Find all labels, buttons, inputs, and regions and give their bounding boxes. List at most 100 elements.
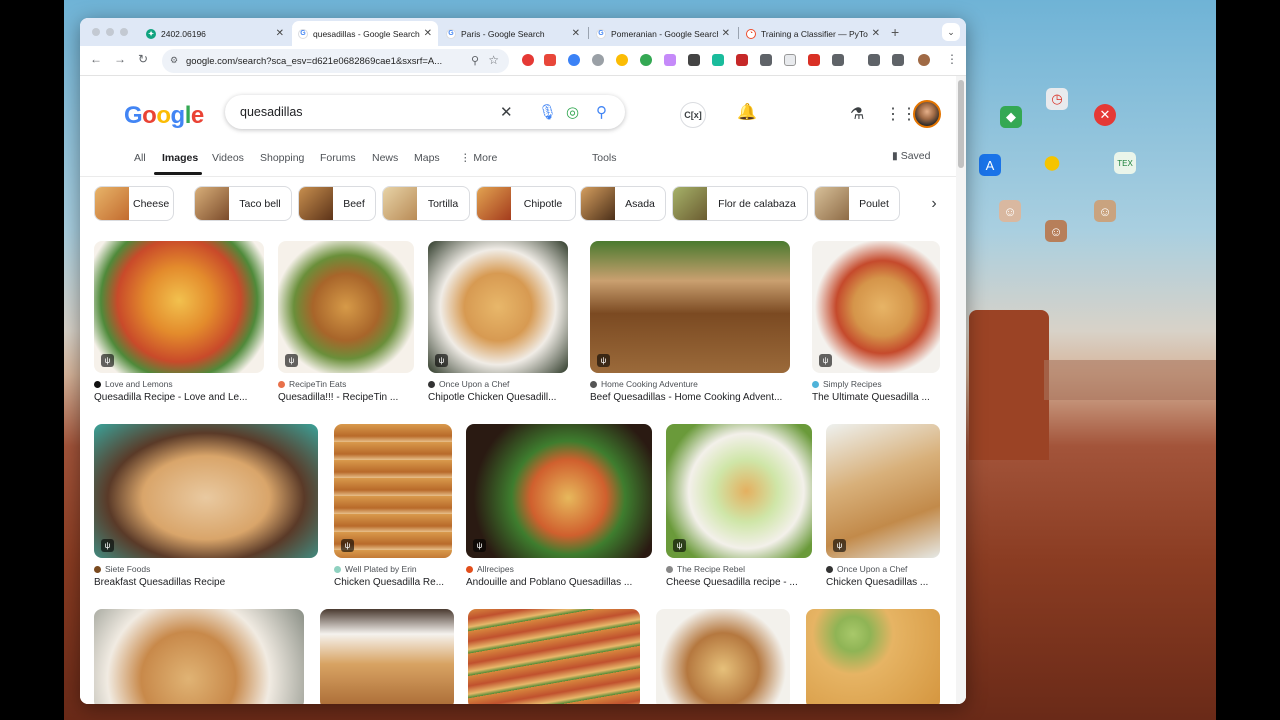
google-logo[interactable]: Google xyxy=(124,102,204,130)
window-zoom-dot[interactable] xyxy=(120,28,128,36)
chip-cheese[interactable]: Cheese xyxy=(94,186,174,221)
image-result[interactable]: ψ Siete Foods Breakfast Quesadillas Reci… xyxy=(94,424,318,588)
reading-list-icon[interactable] xyxy=(868,54,880,66)
result-title[interactable]: The Ultimate Quesadilla ... xyxy=(812,392,940,403)
result-thumbnail[interactable]: ψ xyxy=(334,424,452,558)
reminder-icon[interactable]: ◷ xyxy=(1046,88,1068,110)
tab-shopping[interactable]: Shopping xyxy=(260,152,304,164)
result-thumbnail[interactable] xyxy=(94,609,304,704)
image-result[interactable]: ψ Love and Lemons Quesadilla Recipe - Lo… xyxy=(94,241,264,403)
tab-pomeranian[interactable]: G Pomeranian - Google Search ✕ xyxy=(590,21,736,46)
chip-poulet[interactable]: Poulet xyxy=(814,186,900,221)
kebab-menu-icon[interactable]: ⋮ xyxy=(946,52,958,66)
image-result[interactable] xyxy=(94,609,304,704)
image-result[interactable] xyxy=(320,609,454,704)
tab-maps[interactable]: Maps xyxy=(414,152,440,164)
translate-icon[interactable]: A xyxy=(979,154,1001,176)
extension-icon-11[interactable] xyxy=(760,54,772,66)
extension-icon-13[interactable] xyxy=(808,54,820,66)
extension-icon-4[interactable] xyxy=(592,54,604,66)
notifications-bell-icon[interactable]: 🔔 xyxy=(737,102,757,122)
result-source[interactable]: Once Upon a Chef xyxy=(826,564,940,574)
person-avatar-icon-2[interactable]: ☺ xyxy=(1094,200,1116,222)
chip-tortilla[interactable]: Tortilla xyxy=(382,186,470,221)
result-title[interactable]: Chicken Quesadillas ... xyxy=(826,577,940,588)
result-title[interactable]: Andouille and Poblano Quesadillas ... xyxy=(466,577,652,588)
result-source[interactable]: Once Upon a Chef xyxy=(428,379,568,389)
close-icon[interactable]: ✕ xyxy=(722,28,730,39)
result-thumbnail[interactable]: ψ xyxy=(590,241,790,373)
result-thumbnail[interactable]: ψ xyxy=(666,424,812,558)
page-scrollbar[interactable] xyxy=(956,76,966,704)
adblock-icon[interactable] xyxy=(544,54,556,66)
image-result[interactable]: ψ Once Upon a Chef Chicken Quesadillas .… xyxy=(826,424,940,588)
spreadsheet-icon[interactable]: TEX xyxy=(1114,152,1136,174)
close-icon[interactable]: ✕ xyxy=(424,28,432,39)
result-source[interactable]: Simply Recipes xyxy=(812,379,940,389)
window-close-dot[interactable] xyxy=(92,28,100,36)
result-thumbnail[interactable]: ψ xyxy=(826,424,940,558)
result-title[interactable]: Breakfast Quesadillas Recipe xyxy=(94,577,318,588)
extension-icon-6[interactable] xyxy=(640,54,652,66)
chip-beef[interactable]: Beef xyxy=(298,186,376,221)
image-result[interactable]: ψ RecipeTin Eats Quesadilla!!! - RecipeT… xyxy=(278,241,414,403)
chip-taco-bell[interactable]: Taco bell xyxy=(194,186,292,221)
search-input[interactable]: quesadillas ✕ 🎙 ◎ ⚲ xyxy=(225,95,625,129)
extension-icon-8[interactable] xyxy=(688,54,700,66)
extension-icon-10[interactable] xyxy=(736,54,748,66)
window-minimize-dot[interactable] xyxy=(106,28,114,36)
image-result[interactable] xyxy=(656,609,790,704)
tab-search-button[interactable]: ⌄ xyxy=(942,23,960,41)
tab-paris[interactable]: G Paris - Google Search ✕ xyxy=(440,21,586,46)
cx-extension-button[interactable]: C[x] xyxy=(680,102,706,128)
address-bar[interactable]: ⚙ google.com/search?sca_esv=d621e0682869… xyxy=(162,49,509,73)
image-result[interactable] xyxy=(806,609,940,704)
zoom-icon[interactable]: ⚲ xyxy=(471,54,479,67)
rubber-duck-icon[interactable]: ● xyxy=(1030,140,1074,184)
profile-avatar-icon[interactable] xyxy=(918,54,930,66)
extension-icon-3[interactable] xyxy=(568,54,580,66)
tab-arxiv[interactable]: ✦ 2402.06196 ✕ xyxy=(140,21,290,46)
reload-button[interactable]: ↻ xyxy=(138,52,148,66)
clear-icon[interactable]: ✕ xyxy=(500,103,513,121)
download-icon[interactable] xyxy=(892,54,904,66)
result-title[interactable]: Beef Quesadillas - Home Cooking Advent..… xyxy=(590,392,790,403)
tab-news[interactable]: News xyxy=(372,152,398,164)
tab-quesadillas[interactable]: G quesadillas - Google Search ✕ xyxy=(292,21,438,46)
chip-chipotle[interactable]: Chipotle xyxy=(476,186,576,221)
chip-flor-de-calabaza[interactable]: Flor de calabaza xyxy=(672,186,808,221)
tab-more[interactable]: ⋮ More xyxy=(460,152,497,164)
result-title[interactable]: Quesadilla!!! - RecipeTin ... xyxy=(278,392,414,403)
tab-all[interactable]: All xyxy=(134,152,146,164)
image-result[interactable]: ψ The Recipe Rebel Cheese Quesadilla rec… xyxy=(666,424,812,588)
maps-icon[interactable]: ◆ xyxy=(1000,106,1022,128)
result-thumbnail[interactable]: ψ xyxy=(94,241,264,373)
search-icon[interactable]: ⚲ xyxy=(596,103,607,121)
saved-button[interactable]: ▮ Saved xyxy=(892,150,930,162)
result-source[interactable]: Well Plated by Erin xyxy=(334,564,452,574)
tools-button[interactable]: Tools xyxy=(592,152,617,164)
scrollbar-thumb[interactable] xyxy=(958,80,964,168)
image-result[interactable]: ψ Allrecipes Andouille and Poblano Quesa… xyxy=(466,424,652,588)
result-source[interactable]: RecipeTin Eats xyxy=(278,379,414,389)
tab-images[interactable]: Images xyxy=(162,152,198,164)
site-settings-icon[interactable]: ⚙ xyxy=(170,55,178,66)
labs-flask-icon[interactable]: ⚗ xyxy=(850,104,864,124)
person-avatar-icon[interactable]: ☺ xyxy=(999,200,1021,222)
chip-asada[interactable]: Asada xyxy=(580,186,666,221)
close-icon[interactable]: ✕ xyxy=(872,28,880,39)
couple-avatar-icon[interactable]: ☺ xyxy=(1045,220,1067,242)
close-icon[interactable]: ✕ xyxy=(276,28,284,39)
result-source[interactable]: The Recipe Rebel xyxy=(666,564,812,574)
back-button[interactable]: ← xyxy=(90,52,102,66)
image-result[interactable]: ψ Simply Recipes The Ultimate Quesadilla… xyxy=(812,241,940,403)
close-app-icon[interactable]: ✕ xyxy=(1094,104,1116,126)
account-avatar[interactable] xyxy=(913,100,941,128)
new-tab-button[interactable]: + xyxy=(891,24,899,40)
result-thumbnail[interactable]: ψ xyxy=(428,241,568,373)
image-result[interactable]: ψ Once Upon a Chef Chipotle Chicken Ques… xyxy=(428,241,568,403)
tab-forums[interactable]: Forums xyxy=(320,152,356,164)
result-thumbnail[interactable]: ψ xyxy=(278,241,414,373)
extension-icon-9[interactable] xyxy=(712,54,724,66)
result-title[interactable]: Cheese Quesadilla recipe - ... xyxy=(666,577,812,588)
